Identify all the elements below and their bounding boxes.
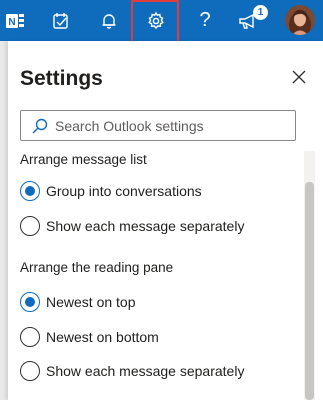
top-bar: N ? 1 — [0, 0, 323, 46]
radio-label: Newest on bottom — [46, 329, 159, 345]
radio-show-each-message-separately[interactable]: Show each message separately — [20, 213, 244, 239]
radio-reading-pane-show-each-message-separately[interactable]: Show each message separately — [20, 358, 244, 384]
settings-highlight — [131, 0, 179, 46]
radio-label: Show each message separately — [46, 218, 245, 234]
radio-button[interactable] — [20, 216, 40, 236]
arrange-reading-pane-heading: Arrange the reading pane — [20, 260, 174, 275]
radio-button[interactable] — [20, 361, 40, 381]
todo-icon[interactable] — [49, 0, 73, 41]
settings-title: Settings — [20, 67, 103, 90]
radio-label: Newest on top — [46, 294, 136, 310]
search-icon — [31, 117, 49, 135]
radio-button[interactable] — [20, 181, 40, 201]
search-input[interactable]: Search Outlook settings — [20, 110, 296, 141]
svg-text:N: N — [8, 17, 15, 28]
radio-button[interactable] — [20, 292, 40, 312]
notification-badge: 1 — [253, 5, 268, 20]
radio-button[interactable] — [20, 327, 40, 347]
radio-label: Show each message separately — [46, 363, 245, 379]
settings-panel: Settings Search Outlook settings Arrange… — [8, 41, 323, 400]
radio-newest-on-bottom[interactable]: Newest on bottom — [20, 324, 159, 350]
help-icon[interactable]: ? — [193, 0, 217, 41]
radio-label: Group into conversations — [46, 183, 202, 199]
radio-group-into-conversations[interactable]: Group into conversations — [20, 178, 202, 204]
radio-newest-on-top[interactable]: Newest on top — [20, 289, 136, 315]
arrange-message-list-heading: Arrange message list — [20, 152, 147, 167]
close-icon — [292, 70, 306, 84]
scrollbar-thumb[interactable] — [305, 182, 314, 400]
search-placeholder: Search Outlook settings — [55, 117, 204, 134]
onenote-icon[interactable]: N — [4, 0, 26, 41]
avatar[interactable] — [285, 5, 315, 35]
background-strip — [0, 41, 8, 400]
bell-icon[interactable] — [97, 0, 121, 41]
close-button[interactable] — [288, 66, 310, 88]
